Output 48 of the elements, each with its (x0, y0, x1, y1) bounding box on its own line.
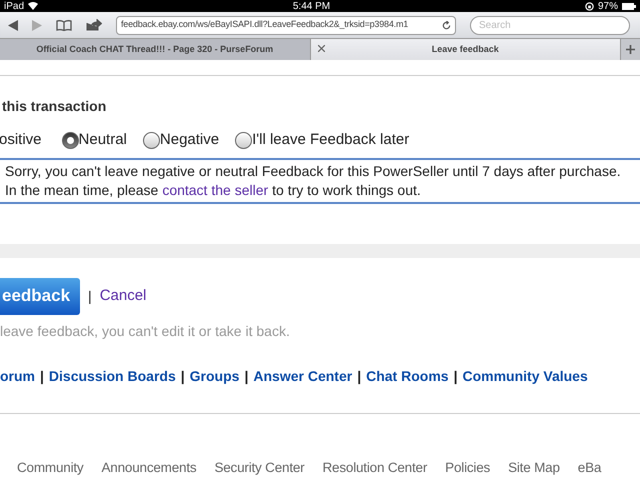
contact-seller-link[interactable]: contact the seller (162, 180, 268, 200)
wifi-icon (28, 2, 38, 10)
bookmarks-icon[interactable] (56, 20, 72, 30)
back-icon[interactable] (8, 20, 18, 30)
lock-rotation-icon (584, 2, 594, 10)
plus-icon (626, 45, 635, 54)
nav-link[interactable]: Groups (190, 366, 240, 386)
close-icon[interactable] (318, 45, 325, 52)
separator: | (244, 366, 248, 386)
browser-tab[interactable]: Leave feedback (310, 39, 620, 60)
separator: | (88, 286, 92, 306)
footer-link[interactable]: Policies (445, 458, 490, 478)
footer-link[interactable]: Community (17, 458, 84, 478)
reload-icon[interactable] (442, 20, 451, 30)
browser-tab[interactable]: Official Coach CHAT Thread!!! - Page 320 - PurseForum (0, 39, 310, 60)
rating-radio[interactable]: Negative (142, 129, 220, 152)
section-heading: this transaction (2, 97, 108, 116)
footer-link[interactable]: Resolution Center (322, 458, 428, 478)
clock: 5:44 PM (292, 0, 330, 14)
nav-link[interactable]: Chat Rooms (366, 366, 449, 386)
separator: | (357, 366, 362, 386)
battery-icon (622, 2, 636, 10)
search-field[interactable]: Search (470, 16, 630, 34)
separator: | (180, 366, 185, 386)
submit-button[interactable]: eedback (0, 278, 80, 314)
separator: | (40, 366, 44, 386)
footer-link[interactable]: Site Map (508, 458, 560, 478)
separator: | (454, 366, 458, 386)
nav-link[interactable]: Answer Center (253, 366, 352, 386)
share-icon[interactable] (86, 19, 102, 31)
nav-link[interactable]: orum (0, 366, 35, 386)
nav-link[interactable]: Community Values (462, 366, 588, 386)
nav-link[interactable]: Discussion Boards (48, 366, 176, 386)
battery-level: 97% (598, 0, 618, 14)
footer-link[interactable]: eBa (578, 458, 602, 478)
address-field[interactable]: feedback.ebay.com/ws/eBayISAPI.dll?LeaveFeedback2&_trksid=p3984.m1 (116, 16, 456, 34)
rating-radio[interactable]: Neutral (62, 129, 127, 152)
device-name: iPad (4, 0, 24, 14)
warning-text: leave feedback, you can't edit it or take it back. (0, 322, 291, 341)
notice-text: to try to work things out. (272, 180, 421, 200)
footer-link[interactable]: Announcements (101, 458, 196, 478)
cancel-link[interactable]: Cancel (100, 284, 146, 308)
radio-label: ositive (0, 130, 42, 150)
notice-text: Sorry, you can't leave negative or neutral Feedback for this PowerSeller until 7 days after purchase. (5, 162, 622, 180)
new-tab-button[interactable] (620, 39, 640, 60)
footer-link[interactable]: Security Center (214, 458, 304, 478)
rating-radio[interactable]: I'll leave Feedback later (235, 129, 410, 152)
notice-text: In the mean time, please (5, 180, 158, 200)
